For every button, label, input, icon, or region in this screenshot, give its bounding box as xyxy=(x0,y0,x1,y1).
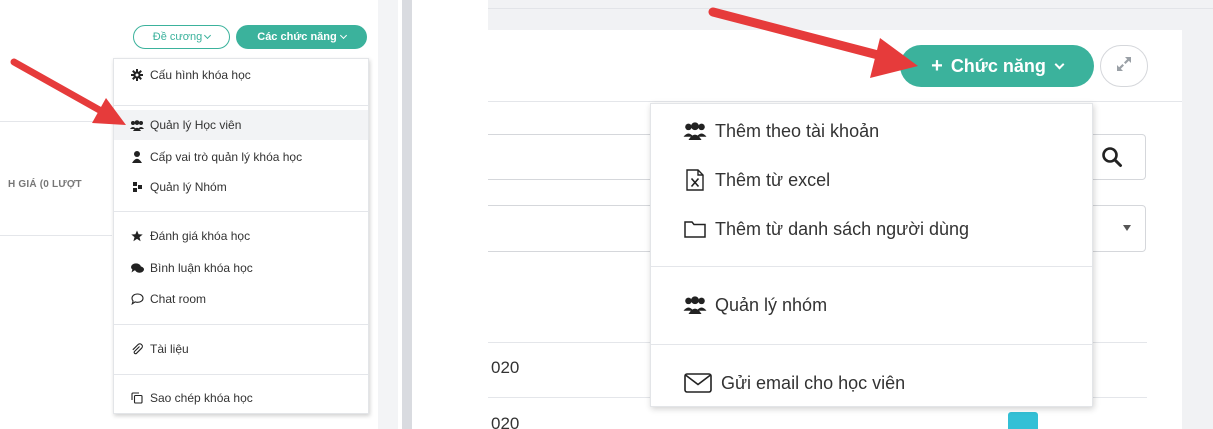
table-cell-date: 020 xyxy=(491,414,520,429)
top-border-line xyxy=(488,8,1213,9)
menu-item-label: Đánh giá khóa học xyxy=(150,229,251,243)
menu-item-label: Tài liệu xyxy=(150,342,189,356)
outline-button-label: Đề cương xyxy=(152,31,203,43)
plus-icon: + xyxy=(931,54,943,77)
search-icon xyxy=(1101,146,1123,173)
menu-item-label: Cấp vai trò quản lý khóa học xyxy=(150,150,303,164)
expand-icon xyxy=(1115,55,1133,78)
table-cell-date: 020 xyxy=(491,358,520,377)
menu-item-label: Quản lý nhóm xyxy=(715,294,828,315)
chevron-down-icon xyxy=(204,31,212,40)
menu-item-add-from-user-list[interactable]: Thêm từ danh sách người dùng xyxy=(651,206,1092,252)
menu-item-label: Gửi email cho học viên xyxy=(721,372,906,393)
add-functions-button[interactable]: + Chức năng xyxy=(900,45,1094,87)
users-icon xyxy=(683,120,707,142)
edit-icon[interactable] xyxy=(1008,412,1038,429)
caret-down-icon xyxy=(1123,225,1131,231)
user-icon xyxy=(130,150,144,164)
menu-item-course-comments[interactable]: Bình luận khóa học xyxy=(114,253,368,283)
menu-item-assign-course-role[interactable]: Cấp vai trò quản lý khóa học xyxy=(114,142,368,172)
search-button[interactable] xyxy=(1090,134,1146,180)
menu-item-label: Quản lý Học viên xyxy=(150,118,242,132)
group-icon xyxy=(130,180,144,194)
outline-dropdown-button[interactable]: Đề cương xyxy=(133,25,230,49)
star-icon xyxy=(130,229,144,243)
menu-item-add-by-account[interactable]: Thêm theo tài khoản xyxy=(651,108,1092,154)
folder-icon xyxy=(683,218,707,240)
menu-separator xyxy=(651,266,1092,267)
left-divider xyxy=(0,121,112,122)
left-divider xyxy=(0,235,112,236)
menu-item-label: Cấu hình khóa học xyxy=(150,68,251,82)
menu-item-manage-groups[interactable]: Quản lý nhóm xyxy=(651,282,1092,328)
menu-separator xyxy=(651,344,1092,345)
gear-icon xyxy=(130,68,144,82)
chevron-down-icon xyxy=(1054,59,1065,70)
expand-button[interactable] xyxy=(1100,45,1148,87)
functions-dropdown-menu: Cấu hình khóa học Quản lý Học viên Cấp v… xyxy=(113,58,369,414)
menu-item-label: Thêm theo tài khoản xyxy=(715,120,880,141)
comments-icon xyxy=(130,261,144,275)
card-header-divider xyxy=(488,101,1182,102)
users-icon xyxy=(683,294,707,316)
functions-dropdown-button[interactable]: Các chức năng xyxy=(236,25,367,49)
menu-item-course-config[interactable]: Cấu hình khóa học xyxy=(114,60,368,90)
menu-separator xyxy=(114,324,368,325)
menu-separator xyxy=(114,374,368,375)
menu-item-manage-groups[interactable]: Quản lý Nhóm xyxy=(114,172,368,202)
functions-button-label: Các chức năng xyxy=(257,31,337,43)
menu-item-add-from-excel[interactable]: Thêm từ excel xyxy=(651,157,1092,203)
menu-item-label: Sao chép khóa học xyxy=(150,391,253,405)
menu-separator xyxy=(114,105,368,106)
menu-item-label: Quản lý Nhóm xyxy=(150,180,227,194)
panel-separator-bar xyxy=(402,0,412,429)
menu-separator xyxy=(114,211,368,212)
menu-item-course-rating[interactable]: Đánh giá khóa học xyxy=(114,221,368,251)
excel-file-icon xyxy=(683,169,707,191)
filter-select-toggle[interactable] xyxy=(1090,205,1146,252)
functions-button-label: Chức năng xyxy=(950,55,1046,76)
users-icon xyxy=(130,118,144,132)
menu-item-label: Thêm từ excel xyxy=(715,169,831,190)
chat-bubble-icon xyxy=(130,292,144,306)
menu-item-chat-room[interactable]: Chat room xyxy=(114,284,368,314)
menu-item-copy-course[interactable]: Sao chép khóa học xyxy=(114,383,368,413)
left-screenshot-panel: H GIÁ (0 LƯỢT Đề cương Các chức năng Cấu… xyxy=(0,0,398,429)
menu-item-email-students[interactable]: Gửi email cho học viên xyxy=(651,360,1092,406)
envelope-icon xyxy=(683,372,713,394)
functions-dropdown-menu: Thêm theo tài khoản Thêm từ excel Thêm t… xyxy=(650,103,1093,407)
copy-icon xyxy=(130,391,144,405)
paperclip-icon xyxy=(130,342,144,356)
menu-item-manage-students[interactable]: Quản lý Học viên xyxy=(114,110,368,140)
rating-count-label: H GIÁ (0 LƯỢT xyxy=(8,179,82,190)
menu-item-documents[interactable]: Tài liệu xyxy=(114,334,368,364)
chevron-down-icon xyxy=(339,31,347,40)
menu-item-label: Bình luận khóa học xyxy=(150,261,253,275)
menu-item-label: Chat room xyxy=(150,292,207,306)
menu-item-label: Thêm từ danh sách người dùng xyxy=(715,218,970,239)
